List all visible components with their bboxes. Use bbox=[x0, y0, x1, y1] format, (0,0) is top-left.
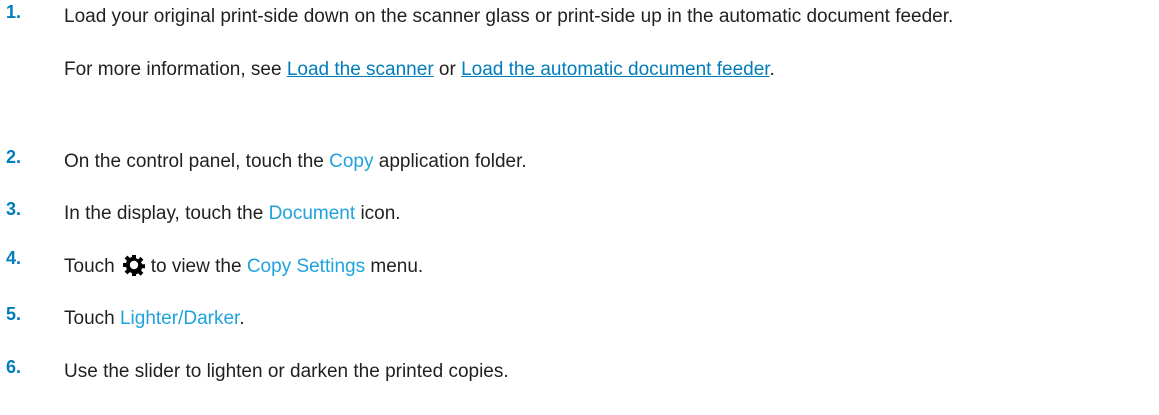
step-text-pre: Touch bbox=[64, 308, 120, 329]
step-body: Use the slider to lighten or darken the … bbox=[64, 355, 1139, 388]
step-text: Use the slider to lighten or darken the … bbox=[64, 361, 509, 382]
step-number: 6. bbox=[6, 357, 22, 377]
step-number: 5. bbox=[6, 304, 22, 324]
step-text-post: menu. bbox=[365, 256, 424, 277]
step-number: 4. bbox=[6, 248, 22, 268]
step-text: Load your original print-side down on th… bbox=[64, 6, 954, 27]
step-text-post: application folder. bbox=[373, 151, 527, 172]
info-mid: or bbox=[433, 59, 462, 80]
step-text-post: . bbox=[239, 308, 245, 329]
step-text-pre: In the display, touch the bbox=[64, 203, 269, 224]
info-suffix: . bbox=[769, 59, 775, 80]
step-text-mid: to view the bbox=[150, 256, 247, 277]
step-body: On the control panel, touch the Copy app… bbox=[64, 145, 1139, 178]
step-body: Touch to view the Copy Settings menu. bbox=[64, 250, 1139, 283]
step-number: 1. bbox=[6, 2, 22, 22]
step-text-pre: Touch bbox=[64, 256, 115, 277]
lighter-darker-keyword: Lighter/Darker bbox=[119, 308, 240, 329]
step-text-pre: On the control panel, touch the bbox=[64, 151, 330, 172]
step-body: Touch Lighter/Darker. bbox=[64, 302, 1139, 335]
copy-settings-keyword: Copy Settings bbox=[246, 256, 366, 277]
copy-keyword: Copy bbox=[329, 151, 374, 172]
step-info: For more information, see Load the scann… bbox=[64, 53, 1139, 86]
load-adf-link[interactable]: Load the automatic document feeder bbox=[461, 59, 769, 80]
step-body: Load your original print-side down on th… bbox=[64, 0, 1139, 86]
instruction-steps: 1. Load your original print-side down on… bbox=[0, 0, 1159, 415]
step-text-post: icon. bbox=[355, 203, 401, 224]
info-prefix: For more information, see bbox=[64, 59, 287, 80]
load-scanner-link[interactable]: Load the scanner bbox=[287, 59, 434, 80]
step-number: 3. bbox=[6, 199, 22, 219]
document-keyword: Document bbox=[268, 203, 356, 224]
gear-icon bbox=[122, 254, 145, 276]
step-body: In the display, touch the Document icon. bbox=[64, 197, 1139, 230]
step-number: 2. bbox=[6, 147, 22, 167]
